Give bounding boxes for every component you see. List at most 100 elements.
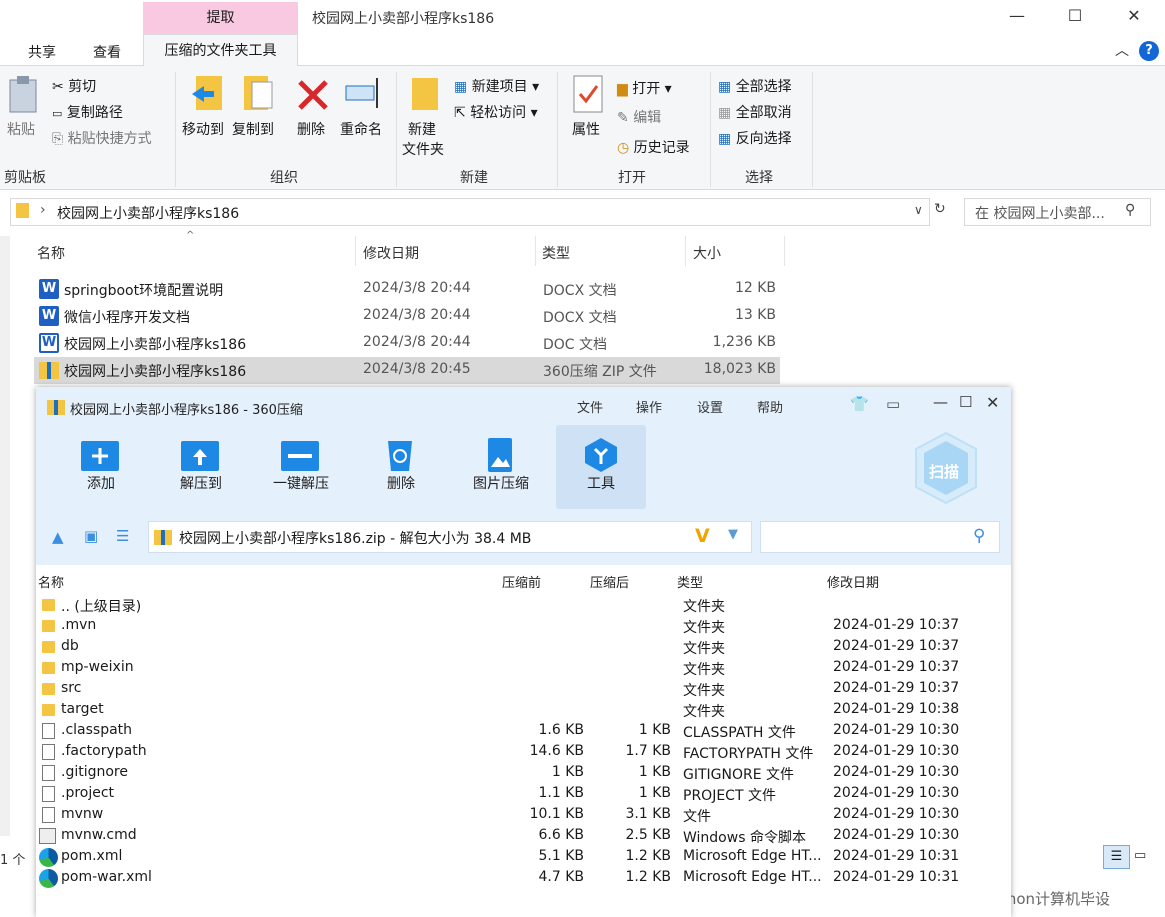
details-view-icon[interactable]: ☰ bbox=[1103, 845, 1130, 869]
tab-extract[interactable]: 提取 bbox=[143, 2, 298, 34]
left-scrollbar[interactable] bbox=[0, 236, 10, 836]
zip-row-modified: 2024-01-29 10:30 bbox=[833, 743, 960, 759]
zip-search-input[interactable] bbox=[760, 521, 1000, 553]
delete-zip-button[interactable]: 删除 bbox=[356, 473, 446, 493]
column-modified[interactable]: 修改日期 bbox=[363, 243, 419, 263]
edit-button[interactable]: ✎ 编辑 bbox=[617, 107, 661, 127]
file-icon bbox=[42, 765, 55, 781]
add-button[interactable]: 添加 bbox=[56, 473, 146, 493]
zip-minimize-button[interactable]: — bbox=[933, 393, 948, 411]
easy-access-button[interactable]: ⇱ 轻松访问 ▾ bbox=[454, 102, 538, 122]
new-item-button[interactable]: ▦ 新建项目 ▾ bbox=[454, 76, 539, 96]
zip-close-button[interactable]: ✕ bbox=[986, 393, 999, 412]
delete-button[interactable]: 删除 bbox=[297, 119, 325, 139]
refresh-icon[interactable]: ↻ bbox=[934, 201, 946, 217]
file-row[interactable]: W 微信小程序开发文档 2024/3/8 20:44 DOCX 文档 13 KB bbox=[34, 303, 780, 330]
path-dropdown-icon[interactable]: ▼ bbox=[728, 527, 738, 542]
up-arrow-icon[interactable]: ▲ bbox=[52, 528, 64, 546]
zip-row[interactable]: .mvn 文件夹 2024-01-29 10:37 bbox=[36, 616, 1011, 637]
menu-operation[interactable]: 操作 bbox=[636, 397, 662, 416]
menu-file[interactable]: 文件 bbox=[577, 397, 603, 416]
extract-to-button[interactable]: 解压到 bbox=[156, 473, 246, 493]
zip-row-name: mvnw.cmd bbox=[61, 827, 137, 843]
zip-maximize-button[interactable]: ☐ bbox=[959, 393, 972, 411]
zip-row[interactable]: .project 1.1 KB 1 KB PROJECT 文件 2024-01-29 1… bbox=[36, 784, 1011, 805]
move-to-icon bbox=[192, 76, 222, 110]
menu-settings[interactable]: 设置 bbox=[697, 397, 723, 416]
chevron-down-icon[interactable]: ∨ bbox=[914, 203, 923, 217]
tools-button[interactable]: 工具 bbox=[556, 473, 646, 493]
open-button[interactable]: ▆ 打开 ▾ bbox=[617, 78, 672, 98]
column-size[interactable]: 大小 bbox=[693, 243, 721, 263]
zip-search-icon[interactable]: ⚲ bbox=[973, 526, 985, 546]
search-input[interactable]: 在 校园网上小卖部... bbox=[964, 198, 1151, 226]
feedback-icon[interactable]: ▭ bbox=[886, 395, 900, 413]
zip-row[interactable]: .factorypath 14.6 KB 1.7 KB FACTORYPATH 文件 2… bbox=[36, 742, 1011, 763]
select-all-icon: ▦ bbox=[718, 79, 732, 95]
close-button[interactable]: ✕ bbox=[1105, 0, 1163, 34]
list-view-icon[interactable]: ☰ bbox=[116, 527, 129, 545]
file-modified: 2024/3/8 20:44 bbox=[363, 280, 471, 296]
tab-view[interactable]: 查看 bbox=[93, 42, 121, 62]
zip-row-modified: 2024-01-29 10:30 bbox=[833, 806, 960, 822]
select-none-button[interactable]: ▦ 全部取消 bbox=[718, 102, 792, 122]
zip-row-modified: 2024-01-29 10:30 bbox=[833, 827, 960, 843]
zip-row[interactable]: mvnw 10.1 KB 3.1 KB 文件 2024-01-29 10:30 bbox=[36, 805, 1011, 826]
one-click-extract-button[interactable]: 一键解压 bbox=[256, 473, 346, 493]
paste-shortcut-button[interactable]: ⎘ 粘贴快捷方式 bbox=[52, 128, 152, 148]
history-button[interactable]: ◷ 历史记录 bbox=[617, 137, 690, 157]
file-row-selected[interactable]: 校园网上小卖部小程序ks186 2024/3/8 20:45 360压缩 ZIP… bbox=[34, 357, 780, 384]
zip-row[interactable]: target 文件夹 2024-01-29 10:38 bbox=[36, 700, 1011, 721]
zip-row[interactable]: .classpath 1.6 KB 1 KB CLASSPATH 文件 2024-01-… bbox=[36, 721, 1011, 742]
zip-row[interactable]: .. (上级目录) 文件夹 bbox=[36, 595, 1011, 616]
zip-row[interactable]: db 文件夹 2024-01-29 10:37 bbox=[36, 637, 1011, 658]
help-icon[interactable]: ? bbox=[1139, 41, 1159, 61]
zip-row[interactable]: .gitignore 1 KB 1 KB GITIGNORE 文件 2024-01-29… bbox=[36, 763, 1011, 784]
zip-column-type[interactable]: 类型 bbox=[677, 572, 703, 591]
image-compress-button[interactable]: 图片压缩 bbox=[456, 473, 546, 493]
zip-row[interactable]: mvnw.cmd 6.6 KB 2.5 KB Windows 命令脚本 2024-01-… bbox=[36, 826, 1011, 847]
skin-icon[interactable]: 👕 bbox=[850, 395, 869, 413]
zip-path-bar[interactable]: 校园网上小卖部小程序ks186.zip - 解包大小为 38.4 MB bbox=[148, 521, 752, 553]
paste-button[interactable]: 粘贴 bbox=[7, 119, 35, 139]
properties-button[interactable]: 属性 bbox=[572, 119, 600, 139]
file-modified: 2024/3/8 20:44 bbox=[363, 307, 471, 323]
invert-selection-button[interactable]: ▦ 反向选择 bbox=[718, 128, 792, 148]
copy-path-button[interactable]: ▭ 复制路径 bbox=[52, 102, 123, 122]
column-type[interactable]: 类型 bbox=[542, 243, 570, 263]
breadcrumb-current[interactable]: 校园网上小卖部小程序ks186 bbox=[57, 203, 239, 223]
file-name: 校园网上小卖部小程序ks186 bbox=[64, 364, 247, 380]
file-row[interactable]: W 校园网上小卖部小程序ks186 2024/3/8 20:44 DOC 文档 … bbox=[34, 330, 780, 357]
file-row[interactable]: W springboot环境配置说明 2024/3/8 20:44 DOCX 文… bbox=[34, 276, 780, 303]
v-icon[interactable]: V bbox=[695, 525, 710, 547]
column-name[interactable]: 名称 bbox=[37, 243, 65, 263]
divider bbox=[784, 236, 785, 266]
tiles-view-icon[interactable]: ▭ bbox=[1134, 848, 1146, 863]
zip-column-name[interactable]: 名称 bbox=[38, 572, 64, 591]
zip-column-after[interactable]: 压缩后 bbox=[590, 572, 629, 591]
minimize-button[interactable]: — bbox=[988, 0, 1046, 34]
move-to-button[interactable]: 移动到 bbox=[182, 119, 224, 139]
zip-row[interactable]: pom-war.xml 4.7 KB 1.2 KB Microsoft Edge HT… bbox=[36, 868, 1011, 889]
tab-share[interactable]: 共享 bbox=[28, 42, 56, 62]
zip-row[interactable]: pom.xml 5.1 KB 1.2 KB Microsoft Edge HT... 2… bbox=[36, 847, 1011, 868]
tab-compressed-folder-tools[interactable]: 压缩的文件夹工具 bbox=[143, 34, 298, 67]
zip-row[interactable]: mp-weixin 文件夹 2024-01-29 10:37 bbox=[36, 658, 1011, 679]
copy-to-button[interactable]: 复制到 bbox=[232, 119, 274, 139]
cut-button[interactable]: ✂ 剪切 bbox=[52, 76, 96, 96]
new-folder-button[interactable]: 新建 bbox=[408, 119, 436, 139]
chevron-up-icon[interactable]: ︿ bbox=[1115, 40, 1129, 60]
zip-column-before[interactable]: 压缩前 bbox=[502, 572, 541, 591]
zip-row-after: 1 KB bbox=[638, 785, 671, 801]
thumbnail-view-icon[interactable]: ▣ bbox=[84, 527, 98, 545]
zip-row-modified: 2024-01-29 10:30 bbox=[833, 722, 960, 738]
zip-row-before: 4.7 KB bbox=[538, 869, 585, 885]
menu-help[interactable]: 帮助 bbox=[757, 397, 783, 416]
image-compress-icon bbox=[488, 438, 512, 472]
breadcrumb-chevron-icon[interactable]: › bbox=[40, 202, 46, 218]
maximize-button[interactable]: ☐ bbox=[1046, 0, 1104, 34]
zip-column-modified[interactable]: 修改日期 bbox=[827, 572, 879, 591]
rename-button[interactable]: 重命名 bbox=[340, 119, 382, 139]
select-all-button[interactable]: ▦ 全部选择 bbox=[718, 76, 792, 96]
zip-row[interactable]: src 文件夹 2024-01-29 10:37 bbox=[36, 679, 1011, 700]
